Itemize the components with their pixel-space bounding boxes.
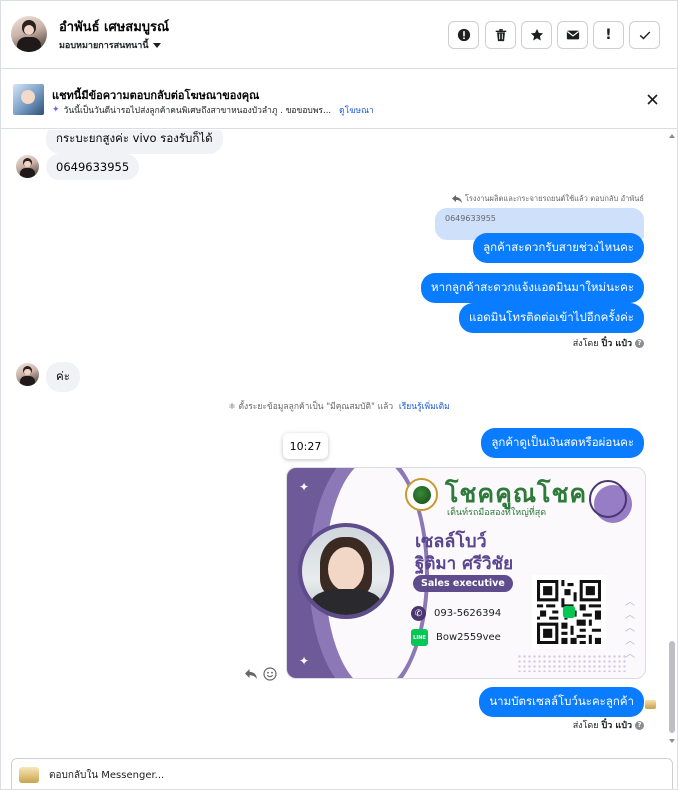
system-notice: ⚛ ตั้งระยะข้อมูลลูกค้าเป็น "มีคุณสมบัติ"…	[1, 399, 677, 413]
sent-by-prefix: ส่งโดย	[572, 339, 599, 349]
qr-code-icon	[532, 575, 606, 649]
star-button[interactable]	[521, 21, 552, 49]
scroll-up-arrow-icon[interactable]	[669, 134, 675, 138]
reply-icon[interactable]	[244, 667, 258, 681]
sparkle-icon: ✦	[52, 105, 60, 115]
sent-by-label: ส่งโดย ปิ๋ว แป๋ว ?	[573, 336, 644, 350]
reply-arrow-icon	[451, 195, 462, 203]
contact-name[interactable]: อำพันธ์ เศษสมบูรณ์	[59, 16, 169, 37]
mark-unread-button[interactable]	[557, 21, 588, 49]
trash-icon	[495, 29, 506, 42]
incoming-message[interactable]: กระบะยกสูงค่ะ vivo รองรับก็ได้	[46, 130, 223, 154]
card-portrait	[298, 523, 394, 619]
emoji-react-icon[interactable]	[263, 667, 277, 681]
incoming-message[interactable]: ค่ะ	[46, 362, 80, 392]
chevron-down-icon	[152, 42, 161, 48]
envelope-icon	[566, 30, 579, 40]
mark-spam-button[interactable]	[448, 21, 479, 49]
decor-dots	[517, 654, 627, 672]
ad-banner-title: แชทนี้มีข้อความตอบกลับต่อโฆษณาของคุณ	[52, 89, 260, 102]
chevron-stack-icon: ︿ ︿ ︿ ︿ ︿	[625, 597, 635, 660]
scrollbar-thumb[interactable]	[669, 641, 675, 733]
follow-up-button[interactable]: !	[593, 21, 624, 49]
business-card-image[interactable]: ✦ ✦ โชคคูณโชค เต็นท์รถมือสองที่ใหญ่ที่สุ…	[286, 467, 646, 679]
decor-circle-outline	[589, 480, 627, 518]
close-banner-button[interactable]	[643, 90, 661, 108]
outgoing-message[interactable]: ลูกค้าสะดวกรับสายช่วงไหนคะ	[473, 233, 644, 263]
conversation-header: อำพันธ์ เศษสมบูรณ์ มอบหมายการสนทนานี้ !	[1, 1, 677, 69]
star-icon	[530, 28, 543, 41]
page-logo-icon	[19, 767, 39, 783]
reply-context-text: โรงงานผลิตและกระจายรถยนต์ใช้แล้ว ตอบกลับ…	[464, 194, 644, 203]
ad-snippet-text: วันนี้เป็นวันดีน่ารอไปส่งลูกค้าคนพิเศษถึ…	[63, 106, 332, 116]
view-ad-link[interactable]: ดูโฆษณา	[339, 103, 374, 117]
alert-circle-icon	[457, 28, 470, 42]
info-icon[interactable]: ?	[635, 338, 644, 348]
card-full-name: ฐิติมา ศรีวิชัย	[415, 554, 514, 574]
outgoing-message[interactable]: หากลูกค้าสะดวกแจ้งแอดมินมาใหม่นะคะ	[421, 273, 644, 303]
line-app-icon: LINE	[411, 629, 428, 646]
card-line-row: LINE Bow2559vee	[411, 629, 501, 646]
check-icon	[639, 31, 650, 40]
scroll-down-arrow-icon[interactable]	[669, 739, 675, 743]
contact-avatar[interactable]	[11, 16, 47, 52]
card-phone-row: ✆ 093-5626394	[411, 606, 501, 621]
sent-by-name[interactable]: ปิ๋ว แป๋ว	[602, 336, 632, 350]
info-icon[interactable]: ?	[635, 720, 644, 730]
message-actions	[244, 667, 277, 681]
message-thread: กระบะยกสูงค่ะ vivo รองรับก็ได้ 064963395…	[1, 130, 677, 750]
incoming-message[interactable]: 0649633955	[46, 154, 140, 180]
outgoing-message[interactable]: ลูกค้าดูเป็นเงินสดหรือผ่อนคะ	[481, 428, 644, 458]
delete-button[interactable]	[485, 21, 516, 49]
sender-avatar[interactable]	[16, 155, 39, 178]
seen-page-icon	[645, 700, 656, 709]
sent-by-label: ส่งโดย ปิ๋ว แป๋ว ?	[573, 718, 644, 732]
brand-logo	[405, 478, 438, 511]
card-tagline: เต็นท์รถมือสองที่ใหญ่ที่สุด	[447, 508, 547, 518]
close-icon	[646, 93, 658, 105]
card-phone: 093-5626394	[434, 608, 502, 619]
mark-done-button[interactable]	[629, 21, 660, 49]
sparkle-icon: ✦	[299, 480, 310, 494]
inbox-conversation-panel: อำพันธ์ เศษสมบูรณ์ มอบหมายการสนทนานี้ ! …	[0, 0, 678, 790]
learn-more-link[interactable]: เรียนรู้เพิ่มเติม	[399, 402, 450, 412]
timestamp-tooltip: 10:27	[283, 433, 328, 459]
reply-input[interactable]	[49, 766, 649, 784]
reply-context-note: โรงงานผลิตและกระจายรถยนต์ใช้แล้ว ตอบกลับ…	[451, 193, 644, 205]
message-composer	[11, 758, 673, 789]
exclamation-icon: !	[605, 27, 612, 43]
ad-thumbnail[interactable]	[13, 84, 44, 115]
assign-label: มอบหมายการสนทนานี้	[59, 41, 149, 51]
outgoing-message[interactable]: นามบัตรเซลล์โบว์นะคะลูกค้า	[479, 687, 644, 717]
sender-avatar[interactable]	[16, 363, 39, 386]
sparkle-icon: ✦	[299, 654, 310, 668]
ad-snippet-row: ✦ วันนี้เป็นวันดีน่ารอไปส่งลูกค้าคนพิเศษ…	[52, 103, 374, 117]
card-role-badge: Sales executive	[413, 575, 513, 592]
outgoing-message[interactable]: แอดมินโทรติดต่อเข้าไปอีกครั้งค่ะ	[458, 303, 644, 333]
phone-icon: ✆	[411, 606, 426, 621]
assign-conversation-dropdown[interactable]: มอบหมายการสนทนานี้	[59, 38, 161, 52]
atom-icon: ⚛	[228, 402, 236, 412]
ad-reply-banner: แชทนี้มีข้อความตอบกลับต่อโฆษณาของคุณ ✦ ว…	[1, 70, 677, 129]
sent-by-prefix: ส่งโดย	[572, 721, 599, 731]
system-notice-text: ตั้งระยะข้อมูลลูกค้าเป็น "มีคุณสมบัติ" แ…	[238, 402, 394, 412]
sent-by-name[interactable]: ปิ๋ว แป๋ว	[602, 718, 632, 732]
card-line-id: Bow2559vee	[436, 632, 501, 643]
